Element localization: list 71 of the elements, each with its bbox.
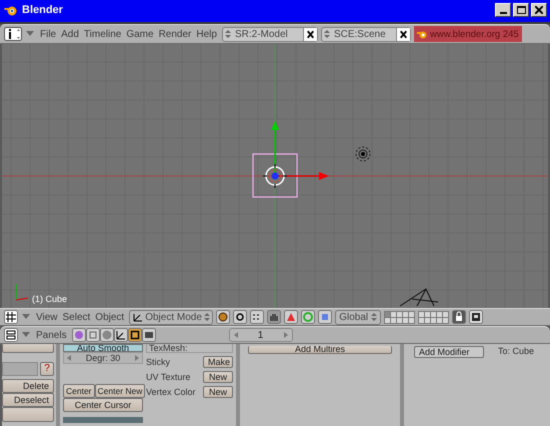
maximize-icon bbox=[516, 6, 526, 14]
screen-field[interactable]: SR:2-Model bbox=[222, 26, 318, 42]
axis-gizmo-icon bbox=[16, 284, 28, 300]
snap-grid-icon[interactable] bbox=[250, 310, 264, 324]
menu-item[interactable]: File bbox=[38, 28, 58, 40]
spinner-arrows-icon bbox=[324, 29, 330, 39]
close-icon bbox=[535, 6, 543, 14]
close-button[interactable] bbox=[531, 3, 547, 17]
lamp-icon[interactable] bbox=[356, 146, 370, 162]
center-button[interactable]: Center New bbox=[94, 384, 146, 398]
spinner-arrows-icon bbox=[224, 29, 231, 39]
panel-button[interactable] bbox=[2, 407, 54, 422]
spinner-arrows-icon bbox=[371, 312, 378, 322]
orientation-dropdown[interactable]: Global bbox=[335, 310, 382, 324]
grid-icon[interactable] bbox=[4, 310, 18, 324]
menu-item[interactable]: Object bbox=[93, 312, 126, 322]
object-label: (1) Cube bbox=[32, 294, 68, 304]
menu-item[interactable]: Help bbox=[194, 28, 219, 40]
layer-label: Sticky bbox=[146, 357, 170, 367]
panels-label[interactable]: Panels bbox=[34, 330, 69, 340]
render-icon[interactable] bbox=[469, 310, 484, 324]
minimize-button[interactable] bbox=[495, 3, 511, 17]
scale-icon[interactable] bbox=[318, 310, 332, 324]
layer-label: Vertex Color bbox=[146, 387, 196, 397]
logic-icon[interactable] bbox=[72, 328, 86, 342]
transform-manipulator-icon[interactable] bbox=[262, 164, 288, 188]
blender-logo-icon bbox=[416, 30, 427, 38]
add-multires-button[interactable]: Add Multires bbox=[248, 346, 392, 354]
add-modifier-button[interactable]: Add Modifier bbox=[414, 346, 484, 358]
window-title: Blender bbox=[22, 4, 64, 16]
list-button[interactable]: Delete bbox=[2, 379, 54, 393]
help-button[interactable]: ? bbox=[40, 362, 54, 376]
camera-object[interactable] bbox=[400, 288, 438, 306]
name-field[interactable] bbox=[2, 362, 38, 376]
menu-item[interactable]: Add bbox=[59, 28, 81, 40]
info-icon[interactable] bbox=[4, 27, 22, 41]
rotate-icon[interactable] bbox=[301, 310, 316, 324]
menu-item[interactable]: Timeline bbox=[82, 28, 124, 40]
clear-icon[interactable] bbox=[396, 28, 410, 40]
menu-item[interactable]: View bbox=[34, 312, 60, 322]
mode-dropdown[interactable]: Object Mode bbox=[129, 310, 214, 324]
texmesh-label: TexMesh: bbox=[146, 344, 233, 353]
axis-icon bbox=[133, 312, 144, 322]
list-button[interactable]: Deselect bbox=[2, 393, 54, 407]
scene-icon[interactable] bbox=[142, 328, 156, 342]
pivot-icon[interactable] bbox=[233, 310, 248, 324]
new-layer-button[interactable]: Make bbox=[203, 356, 233, 368]
editing-icon[interactable] bbox=[128, 328, 142, 342]
window-type-icon[interactable] bbox=[4, 328, 18, 342]
layer-label: UV Texture bbox=[146, 372, 190, 382]
collapse-triangle-icon[interactable] bbox=[25, 30, 35, 38]
spinner-arrows-icon bbox=[204, 312, 210, 322]
version-label: www.blender.org 245 bbox=[414, 26, 522, 42]
menu-item[interactable]: Game bbox=[124, 28, 156, 40]
new-layer-button[interactable]: New bbox=[203, 371, 233, 383]
layer-buttons[interactable] bbox=[384, 310, 450, 324]
script-icon[interactable] bbox=[86, 328, 100, 342]
scene-field[interactable]: SCE:Scene bbox=[320, 26, 411, 42]
object-icon[interactable] bbox=[114, 328, 128, 342]
new-layer-button[interactable]: New bbox=[203, 386, 233, 398]
menu-item[interactable]: Render bbox=[156, 28, 194, 40]
menu-item[interactable]: Select bbox=[60, 312, 92, 322]
blender-logo-icon bbox=[4, 4, 18, 16]
draw-type-icon[interactable] bbox=[216, 310, 230, 324]
target-label: To: Cube bbox=[498, 346, 534, 356]
maximize-button[interactable] bbox=[513, 3, 529, 17]
lock-icon[interactable] bbox=[452, 310, 466, 324]
clear-icon[interactable] bbox=[302, 28, 317, 40]
center-button[interactable]: Center bbox=[63, 384, 95, 398]
cube-object[interactable] bbox=[252, 153, 298, 198]
center-cursor-button[interactable]: Center Cursor bbox=[63, 398, 143, 412]
